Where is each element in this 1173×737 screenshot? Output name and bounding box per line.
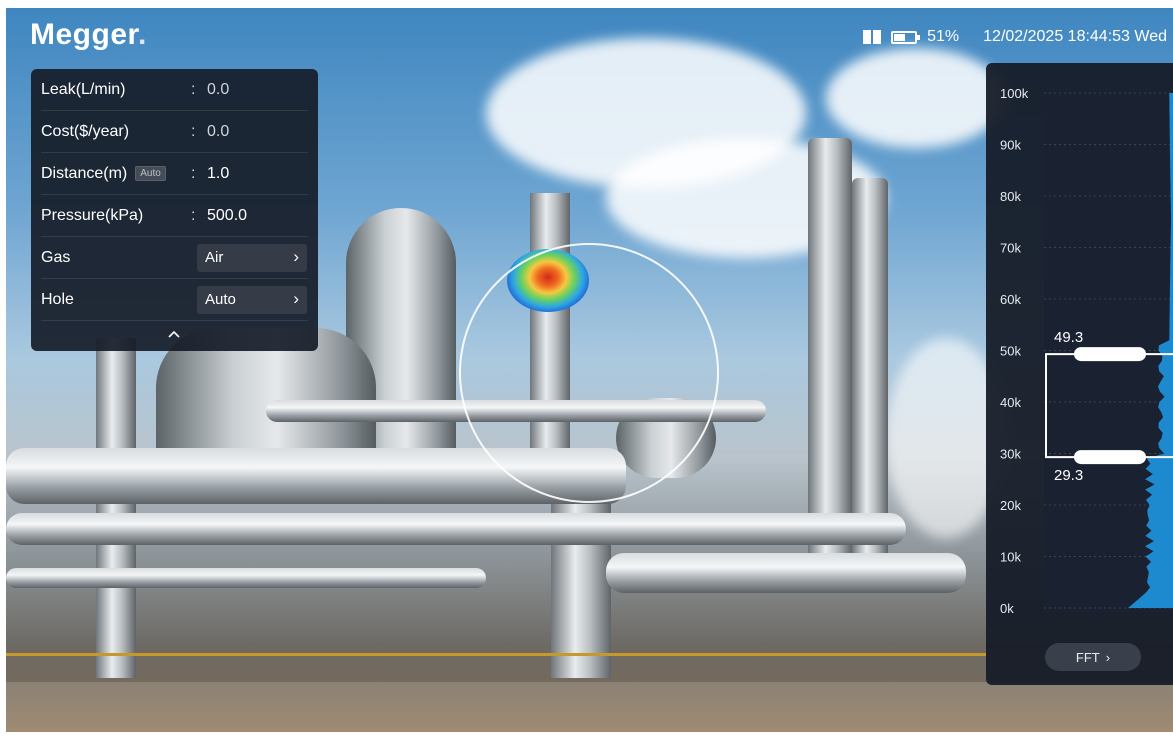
gas-selector[interactable]: Air ›: [197, 243, 307, 272]
cost-value: 0.0: [207, 122, 230, 140]
leak-value: 0.0: [207, 80, 230, 98]
battery-level-fill: [894, 33, 906, 41]
y-tick-label: 0k: [1000, 601, 1014, 616]
fft-label: FFT: [1075, 649, 1100, 665]
pressure-value[interactable]: 500.0: [207, 207, 247, 225]
process-column: [96, 338, 136, 678]
leak-colon: :: [191, 80, 196, 98]
status-bar: 51% 12/02/2025 18:44:53 Wed: [863, 28, 1167, 46]
pressure-label: Pressure(kPa): [41, 206, 144, 224]
gas-label: Gas: [41, 248, 71, 266]
upper-band-label: 49.3: [1054, 329, 1083, 346]
distance-value[interactable]: 1.0: [207, 165, 229, 183]
chevron-right-icon: ›: [1105, 649, 1111, 665]
gas-row: Gas Air ›: [41, 237, 308, 279]
lower-band-label: 29.3: [1054, 467, 1083, 484]
distance-label: Distance(m): [41, 164, 128, 182]
pressure-colon: :: [191, 206, 196, 224]
parameter-panel: Leak(L/min) : 0.0 Cost($/year) : 0.0 Dis…: [31, 69, 318, 351]
y-tick-label: 90k: [1000, 138, 1021, 153]
megger-logo: Megger.: [30, 18, 147, 51]
datetime: 12/02/2025 18:44:53 Wed: [983, 28, 1167, 45]
chimney-column: [808, 138, 852, 578]
y-tick-label: 40k: [1000, 395, 1021, 410]
main-pipeline: [606, 553, 966, 593]
y-tick-label: 70k: [1000, 241, 1021, 256]
spectrum-plot[interactable]: 100k 90k 80k 70k 60k 50k 40k 30k 20k 10k 0k 49.3 29.…: [986, 63, 1173, 685]
main-pipeline: [6, 513, 906, 545]
distance-colon: :: [191, 164, 196, 182]
pressure-row[interactable]: Pressure(kPa) : 500.0: [41, 195, 308, 237]
leak-row: Leak(L/min) : 0.0: [41, 69, 308, 111]
distance-row[interactable]: Distance(m) Auto : 1.0: [41, 153, 308, 195]
hole-selector[interactable]: Auto ›: [197, 285, 307, 314]
y-tick-label: 20k: [1000, 498, 1021, 513]
chevron-up-icon[interactable]: [167, 327, 181, 341]
ground: [6, 682, 1173, 732]
hole-value: Auto: [205, 291, 236, 308]
y-tick-label: 30k: [1000, 447, 1021, 462]
cost-label: Cost($/year): [41, 122, 130, 140]
distance-auto-badge[interactable]: Auto: [135, 166, 166, 181]
y-tick-label: 60k: [1000, 292, 1021, 307]
battery-icon: [891, 30, 921, 44]
chevron-right-icon: ›: [293, 246, 299, 266]
overhead-pipe: [6, 568, 486, 588]
lower-band-handle[interactable]: [1074, 450, 1146, 465]
cloud: [826, 48, 1006, 148]
y-tick-label: 100k: [1000, 86, 1029, 101]
upper-band-handle[interactable]: [1074, 347, 1146, 362]
safety-rail: [6, 653, 986, 656]
fft-button[interactable]: FFT ›: [1045, 643, 1141, 671]
leak-label: Leak(L/min): [41, 80, 126, 98]
battery-percent: 51%: [927, 28, 960, 45]
y-tick-label: 10k: [1000, 550, 1021, 565]
book-icon[interactable]: [863, 30, 882, 44]
y-tick-label: 50k: [1000, 344, 1021, 359]
cost-colon: :: [191, 122, 196, 140]
y-tick-label: 80k: [1000, 189, 1021, 204]
cost-row: Cost($/year) : 0.0: [41, 111, 308, 153]
detection-ring: [459, 243, 719, 503]
hole-row: Hole Auto ›: [41, 279, 308, 321]
chevron-right-icon: ›: [293, 288, 299, 308]
gas-value: Air: [205, 249, 224, 266]
hole-label: Hole: [41, 290, 74, 308]
spectrum-panel: 100k 90k 80k 70k 60k 50k 40k 30k 20k 10k 0k 49.3 29.…: [986, 63, 1173, 685]
